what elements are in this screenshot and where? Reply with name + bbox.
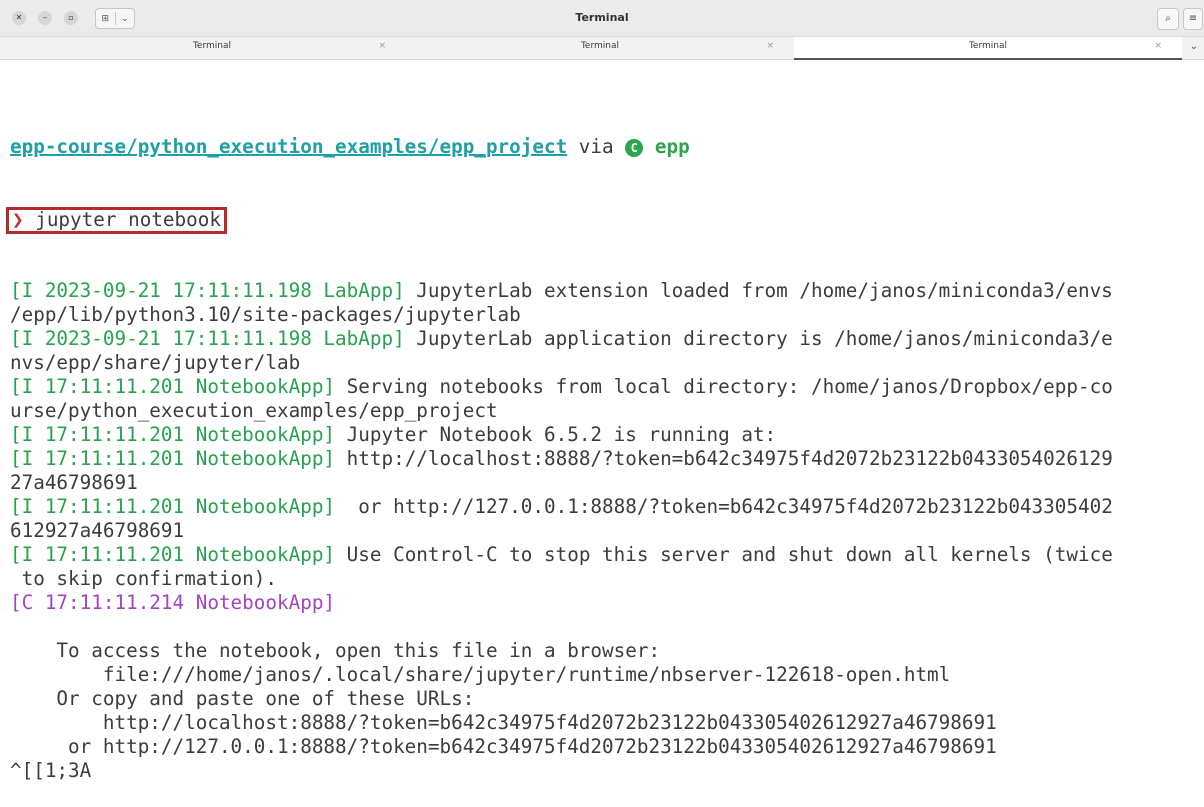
log-text: /epp/lib/python3.10/site-packages/jupyte… — [10, 303, 521, 326]
output-line: [I 17:11:11.201 NotebookApp] http://loca… — [10, 447, 1202, 471]
log-text: or http://127.0.0.1:8888/?token=b642c349… — [10, 735, 997, 758]
tab-label: Terminal — [580, 41, 620, 51]
log-text: Use Control-C to stop this server and sh… — [335, 543, 1113, 566]
title-bar: ✕ – ▫ ⊞ ⌄ Terminal ⌕ ≡ — [0, 0, 1204, 37]
output-line: to skip confirmation). — [10, 567, 1202, 591]
search-icon[interactable]: ⌕ — [1157, 8, 1179, 30]
log-text: http://localhost:8888/?token=b642c34975f… — [335, 447, 1113, 470]
output-line: urse/python_execution_examples/epp_proje… — [10, 399, 1202, 423]
tab-list-chevron-icon[interactable]: ⌄ — [1190, 41, 1198, 52]
log-tag: [I 17:11:11.201 NotebookApp] — [10, 543, 336, 566]
prompt-chevron-icon: ❯ — [12, 208, 24, 231]
log-text: or http://127.0.0.1:8888/?token=b642c349… — [335, 495, 1113, 518]
output-line: http://localhost:8888/?token=b642c34975f… — [10, 711, 1202, 735]
log-tag: [I 2023-09-21 17:11:11.198 LabApp] — [10, 279, 405, 302]
tab-close-icon[interactable]: × — [766, 41, 774, 51]
output-line: [C 17:11:11.214 NotebookApp] — [10, 591, 1202, 615]
tab-terminal-2[interactable]: Terminal × — [406, 37, 794, 59]
output-line: /epp/lib/python3.10/site-packages/jupyte… — [10, 303, 1202, 327]
output-line: To access the notebook, open this file i… — [10, 639, 1202, 663]
window-title: Terminal — [575, 11, 629, 24]
output-line: [I 2023-09-21 17:11:11.198 LabApp] Jupyt… — [10, 327, 1202, 351]
output-line: [I 17:11:11.201 NotebookApp] or http://1… — [10, 495, 1202, 519]
log-text: JupyterLab extension loaded from /home/j… — [404, 279, 1113, 302]
log-text: http://localhost:8888/?token=b642c34975f… — [10, 711, 997, 734]
output-line: ^[[1;3A — [10, 759, 1202, 783]
log-text: file:///home/janos/.local/share/jupyter/… — [10, 663, 951, 686]
tab-terminal-3[interactable]: Terminal × — [794, 37, 1182, 60]
tab-bar: Terminal × Terminal × Terminal × — [0, 37, 1204, 60]
log-tag: [I 17:11:11.201 NotebookApp] — [10, 447, 336, 470]
log-text: to skip confirmation). — [10, 567, 277, 590]
tab-close-icon[interactable]: × — [378, 41, 386, 51]
log-text: ^[[1;3A — [10, 759, 92, 782]
output-line: [I 17:11:11.201 NotebookApp] Jupyter Not… — [10, 423, 1202, 447]
log-text: JupyterLab application directory is /hom… — [404, 327, 1113, 350]
log-text: Jupyter Notebook 6.5.2 is running at: — [335, 423, 777, 446]
log-tag: [I 17:11:11.201 NotebookApp] — [10, 375, 336, 398]
tab-label: Terminal — [192, 41, 232, 51]
prompt-line: epp-course/python_execution_examples/epp… — [10, 135, 1202, 159]
command-line: ❯ jupyter notebook — [6, 207, 1202, 234]
log-text: Or copy and paste one of these URLs: — [10, 687, 475, 710]
output-line: or http://127.0.0.1:8888/?token=b642c349… — [10, 735, 1202, 759]
output-line: file:///home/janos/.local/share/jupyter/… — [10, 663, 1202, 687]
output-line: 27a46798691 — [10, 471, 1202, 495]
output-line: [I 17:11:11.201 NotebookApp] Serving not… — [10, 375, 1202, 399]
prompt-path: epp-course/python_execution_examples/epp… — [10, 135, 568, 158]
tab-terminal-1[interactable]: Terminal × — [18, 37, 406, 59]
output-line: 612927a46798691 — [10, 519, 1202, 543]
log-tag: [I 17:11:11.201 NotebookApp] — [10, 495, 336, 518]
log-text: Serving notebooks from local directory: … — [335, 375, 1113, 398]
hamburger-menu-icon[interactable]: ≡ — [1183, 8, 1203, 30]
log-tag: [I 17:11:11.201 NotebookApp] — [10, 423, 336, 446]
prompt-via: via — [567, 135, 626, 158]
terminal-output[interactable]: epp-course/python_execution_examples/epp… — [6, 87, 1202, 807]
log-tag: [C 17:11:11.214 NotebookApp] — [10, 591, 336, 614]
log-text: urse/python_execution_examples/epp_proje… — [10, 399, 498, 422]
output-lines: [I 2023-09-21 17:11:11.198 LabApp] Jupyt… — [10, 279, 1202, 783]
log-text: To access the notebook, open this file i… — [10, 639, 661, 662]
output-line: Or copy and paste one of these URLs: — [10, 687, 1202, 711]
log-text: 612927a46798691 — [10, 519, 185, 542]
conda-env-name: epp — [654, 135, 690, 158]
output-line: [I 17:11:11.201 NotebookApp] Use Control… — [10, 543, 1202, 567]
output-line: [I 2023-09-21 17:11:11.198 LabApp] Jupyt… — [10, 279, 1202, 303]
tab-close-icon[interactable]: × — [1154, 41, 1162, 51]
log-text: 27a46798691 — [10, 471, 138, 494]
command-text: jupyter notebook — [23, 208, 221, 231]
tab-label: Terminal — [968, 41, 1008, 51]
log-tag: [I 2023-09-21 17:11:11.198 LabApp] — [10, 327, 405, 350]
output-line: nvs/epp/share/jupyter/lab — [10, 351, 1202, 375]
conda-env-icon: C — [625, 139, 644, 157]
log-text: nvs/epp/share/jupyter/lab — [10, 351, 301, 374]
highlighted-command: ❯ jupyter notebook — [6, 207, 227, 234]
